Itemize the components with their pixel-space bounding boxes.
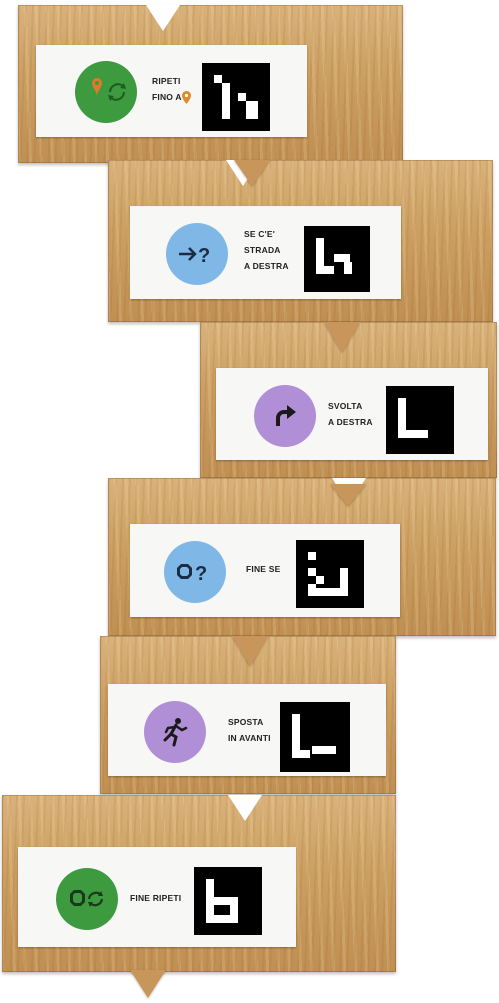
block-card-move-forward: SPOSTA IN AVANTI [108, 684, 386, 776]
block-card-turn-right: SVOLTA A DESTRA [216, 368, 488, 460]
svg-text:?: ? [198, 245, 210, 266]
block-tab [330, 484, 366, 506]
location-pin-icon [182, 91, 191, 104]
block-label: FINE RIPETI [130, 893, 182, 903]
block-notch [146, 5, 180, 31]
block-label: FINE SE [246, 564, 281, 574]
block-tab [324, 322, 360, 352]
block-label: SPOSTA IN AVANTI [228, 717, 271, 744]
fiducial-marker [202, 63, 270, 131]
block-label: SVOLTA A DESTRA [328, 401, 373, 428]
fiducial-marker [304, 226, 370, 292]
block-card-if-road-right: ? SE C'E' STRADA A DESTRA [130, 206, 401, 299]
fiducial-marker [280, 702, 350, 772]
purple-circle-turn-right-icon [254, 385, 316, 447]
purple-circle-running-man-icon [144, 701, 206, 763]
block-tab [234, 160, 270, 186]
green-circle-end-repeat-icon [56, 868, 118, 930]
fiducial-marker [194, 867, 262, 935]
block-card-end-if: ? FINE SE [130, 524, 400, 617]
blue-circle-stop-question-icon: ? [164, 541, 226, 603]
green-circle-repeat-until-icon [75, 61, 137, 123]
fiducial-marker [296, 540, 364, 608]
blue-circle-arrow-question-icon: ? [166, 223, 228, 285]
block-tab [232, 636, 268, 666]
block-label: RIPETI FINO A [152, 76, 182, 103]
fiducial-marker [386, 386, 454, 454]
block-tab [130, 970, 166, 998]
block-card-repeat-until: RIPETI FINO A [36, 45, 307, 137]
svg-text:?: ? [195, 563, 207, 584]
block-label: SE C'E' STRADA A DESTRA [244, 229, 289, 272]
block-notch [228, 795, 262, 821]
block-card-end-repeat: FINE RIPETI [18, 847, 296, 947]
